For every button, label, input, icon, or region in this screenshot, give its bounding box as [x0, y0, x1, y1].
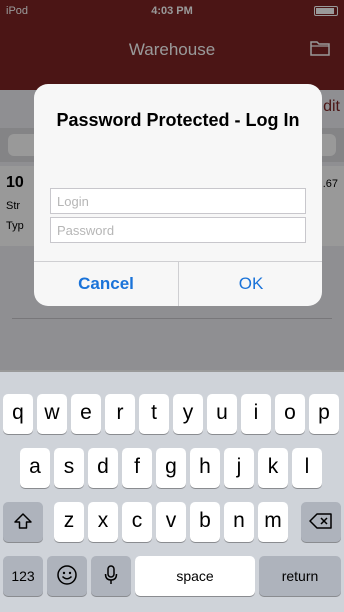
key-p[interactable]: p	[309, 394, 339, 434]
key-i[interactable]: i	[241, 394, 271, 434]
login-dialog: Password Protected - Log In Login Passwo…	[34, 84, 322, 306]
ok-button[interactable]: OK	[179, 262, 322, 306]
key-y[interactable]: y	[173, 394, 203, 434]
key-c[interactable]: c	[122, 502, 152, 542]
key-v[interactable]: v	[156, 502, 186, 542]
key-t[interactable]: t	[139, 394, 169, 434]
return-key[interactable]: return	[259, 556, 341, 596]
key-m[interactable]: m	[258, 502, 288, 542]
space-key[interactable]: space	[135, 556, 255, 596]
key-a[interactable]: a	[20, 448, 50, 488]
key-b[interactable]: b	[190, 502, 220, 542]
key-s[interactable]: s	[54, 448, 84, 488]
dialog-title: Password Protected - Log In	[56, 110, 300, 130]
key-h[interactable]: h	[190, 448, 220, 488]
shift-icon	[14, 513, 32, 530]
key-x[interactable]: x	[88, 502, 118, 542]
numbers-key[interactable]: 123	[3, 556, 43, 596]
key-e[interactable]: e	[71, 394, 101, 434]
key-w[interactable]: w	[37, 394, 67, 434]
key-z[interactable]: z	[54, 502, 84, 542]
password-field[interactable]: Password	[50, 217, 306, 243]
shift-key[interactable]	[3, 502, 43, 542]
key-q[interactable]: q	[3, 394, 33, 434]
emoji-icon	[57, 565, 77, 586]
cancel-button[interactable]: Cancel	[34, 262, 178, 306]
emoji-key[interactable]	[47, 556, 87, 596]
keyboard: q w e r t y u i o p a s d f g h j k l z …	[0, 372, 344, 612]
key-n[interactable]: n	[224, 502, 254, 542]
key-g[interactable]: g	[156, 448, 186, 488]
key-f[interactable]: f	[122, 448, 152, 488]
key-r[interactable]: r	[105, 394, 135, 434]
login-field[interactable]: Login	[50, 188, 306, 214]
microphone-key[interactable]	[91, 556, 131, 596]
backspace-key[interactable]	[301, 502, 341, 542]
key-d[interactable]: d	[88, 448, 118, 488]
key-j[interactable]: j	[224, 448, 254, 488]
microphone-icon	[104, 565, 118, 585]
key-l[interactable]: l	[292, 448, 322, 488]
key-o[interactable]: o	[275, 394, 305, 434]
key-u[interactable]: u	[207, 394, 237, 434]
backspace-icon	[309, 513, 332, 530]
key-k[interactable]: k	[258, 448, 288, 488]
